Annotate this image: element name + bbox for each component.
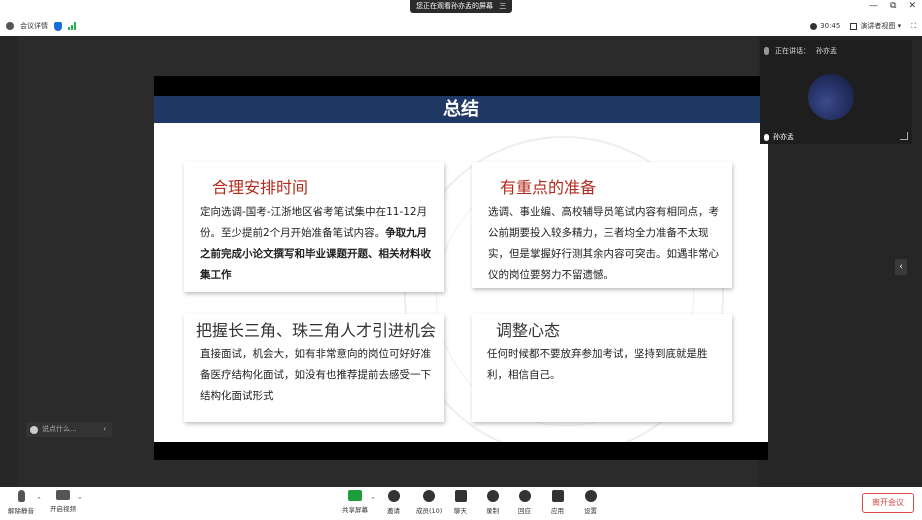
- record-icon: [486, 490, 499, 502]
- shield-icon[interactable]: [54, 21, 62, 31]
- shared-screen-stage: 总结 合理安排时间 定向选调-国考-江浙地区省考笔试集中在11-12月份。至少提…: [18, 36, 768, 487]
- side-panel-collapse-icon[interactable]: ‹: [895, 259, 907, 275]
- invite-button[interactable]: 邀请: [387, 490, 400, 515]
- summary-card-mindset: 调整心态 任何时候都不要放弃参加考试，坚持到底就是胜利，相信自己。: [472, 314, 732, 422]
- share-screen-icon: [348, 490, 362, 501]
- card-text: 定向选调-国考-江浙地区省考笔试集中在11-12月份。至少提前2个月开始准备笔试…: [200, 206, 431, 281]
- speaking-label: 正在讲话：: [775, 47, 810, 55]
- signal-icon[interactable]: [68, 22, 76, 30]
- grid-view-icon: [850, 22, 858, 30]
- speaking-indicator: 正在讲话： 孙亦孟: [764, 46, 837, 56]
- chat-collapse-icon[interactable]: ‹: [103, 422, 106, 437]
- chat-button[interactable]: 聊天: [454, 490, 467, 515]
- chat-bubble-icon: [454, 490, 467, 502]
- card-heading: 调整心态: [496, 321, 561, 340]
- card-heading: 把握长三角、珠三角人才引进机会: [196, 321, 437, 340]
- gear-icon: [584, 490, 597, 502]
- reaction-icon: [518, 490, 531, 502]
- unmute-button[interactable]: 解除静音: [8, 490, 34, 515]
- slide-title: 总结: [154, 96, 768, 123]
- chat-placeholder: 说点什么...: [42, 425, 77, 433]
- fullscreen-icon[interactable]: ⛶: [911, 22, 916, 31]
- meeting-main-area: 总结 合理安排时间 定向选调-国考-江浙地区省考笔试集中在11-12月份。至少提…: [0, 36, 922, 487]
- mic-icon: [764, 47, 769, 55]
- speaking-name: 孙亦孟: [816, 47, 837, 55]
- card-text: 选调、事业编、高校辅导员笔试内容有相同点，考公前期要投入较多精力，三者均全力准备…: [488, 206, 719, 281]
- reactions-button[interactable]: 回应: [518, 490, 531, 515]
- card-heading: 合理安排时间: [212, 178, 309, 197]
- slide-content: 总结 合理安排时间 定向选调-国考-江浙地区省考笔试集中在11-12月份。至少提…: [154, 96, 768, 442]
- share-screen-button[interactable]: 共享屏幕: [342, 490, 368, 514]
- meeting-timer: 30:45: [810, 22, 840, 30]
- view-mode-dropdown[interactable]: 演讲者视图 ▾: [850, 21, 901, 31]
- meeting-topbar: 会议详情 30:45 演讲者视图 ▾ ⛶: [0, 17, 922, 35]
- summary-card-time: 合理安排时间 定向选调-国考-江浙地区省考笔试集中在11-12月份。至少提前2个…: [184, 162, 444, 292]
- summary-card-focus: 有重点的准备 选调、事业编、高校辅导员笔试内容有相同点，考公前期要投入较多精力，…: [472, 162, 732, 288]
- resize-handle-icon[interactable]: [900, 132, 908, 140]
- avatar: [808, 74, 854, 120]
- audio-options-chevron-icon[interactable]: ⌃: [36, 496, 42, 504]
- participants-icon: [423, 490, 436, 502]
- info-icon[interactable]: [6, 22, 14, 30]
- participant-name-tag: 孙亦孟: [764, 132, 794, 142]
- chat-input-pill[interactable]: 说点什么... ‹: [26, 422, 112, 437]
- participants-button[interactable]: 成员(10): [416, 490, 442, 515]
- apps-grid-icon: [551, 490, 564, 502]
- share-menu-icon[interactable]: 三: [499, 0, 506, 13]
- clock-icon: [810, 22, 818, 30]
- meeting-info-button[interactable]: 会议详情: [20, 21, 48, 31]
- summary-card-talent: 把握长三角、珠三角人才引进机会 直接面试，机会大，如有非常意向的岗位可好好准备医…: [184, 314, 444, 422]
- mic-icon: [764, 133, 769, 141]
- chat-icon: [30, 425, 38, 434]
- video-options-chevron-icon[interactable]: ⌃: [77, 496, 83, 504]
- camera-off-icon: [56, 490, 70, 500]
- settings-button[interactable]: 设置: [584, 490, 597, 515]
- mic-muted-icon: [17, 490, 25, 502]
- screen-share-notice[interactable]: 您正在观看孙亦孟的屏幕 三: [410, 0, 513, 13]
- restore-button[interactable]: ⧉: [890, 1, 896, 11]
- share-options-chevron-icon[interactable]: ⌃: [370, 496, 376, 504]
- card-heading: 有重点的准备: [500, 178, 597, 197]
- close-button[interactable]: ✕: [908, 1, 916, 11]
- card-text: 任何时候都不要放弃参加考试，坚持到底就是胜利，相信自己。: [487, 348, 708, 381]
- speaker-video-panel[interactable]: 正在讲话： 孙亦孟 孙亦孟: [760, 40, 912, 144]
- invite-icon: [387, 490, 400, 502]
- share-notice-text: 您正在观看孙亦孟的屏幕: [416, 2, 493, 10]
- start-video-button[interactable]: 开启视频: [50, 490, 76, 513]
- leave-meeting-button[interactable]: 离开会议: [862, 493, 914, 513]
- minimize-button[interactable]: —: [869, 1, 878, 11]
- presentation-slide: 总结 合理安排时间 定向选调-国考-江浙地区省考笔试集中在11-12月份。至少提…: [154, 76, 768, 460]
- window-titlebar: 您正在观看孙亦孟的屏幕 三 — ⧉ ✕: [0, 0, 922, 15]
- apps-button[interactable]: 应用: [551, 490, 564, 515]
- card-text: 直接面试，机会大，如有非常意向的岗位可好好准备医疗结构化面试，如没有也推荐提前去…: [200, 348, 431, 402]
- meeting-toolbar: 解除静音 ⌃ 开启视频 ⌃ 共享屏幕 ⌃ 邀请 成员(10) 聊天 录制 回应 …: [0, 487, 922, 520]
- record-button[interactable]: 录制: [486, 490, 499, 515]
- window-controls: — ⧉ ✕: [869, 1, 916, 11]
